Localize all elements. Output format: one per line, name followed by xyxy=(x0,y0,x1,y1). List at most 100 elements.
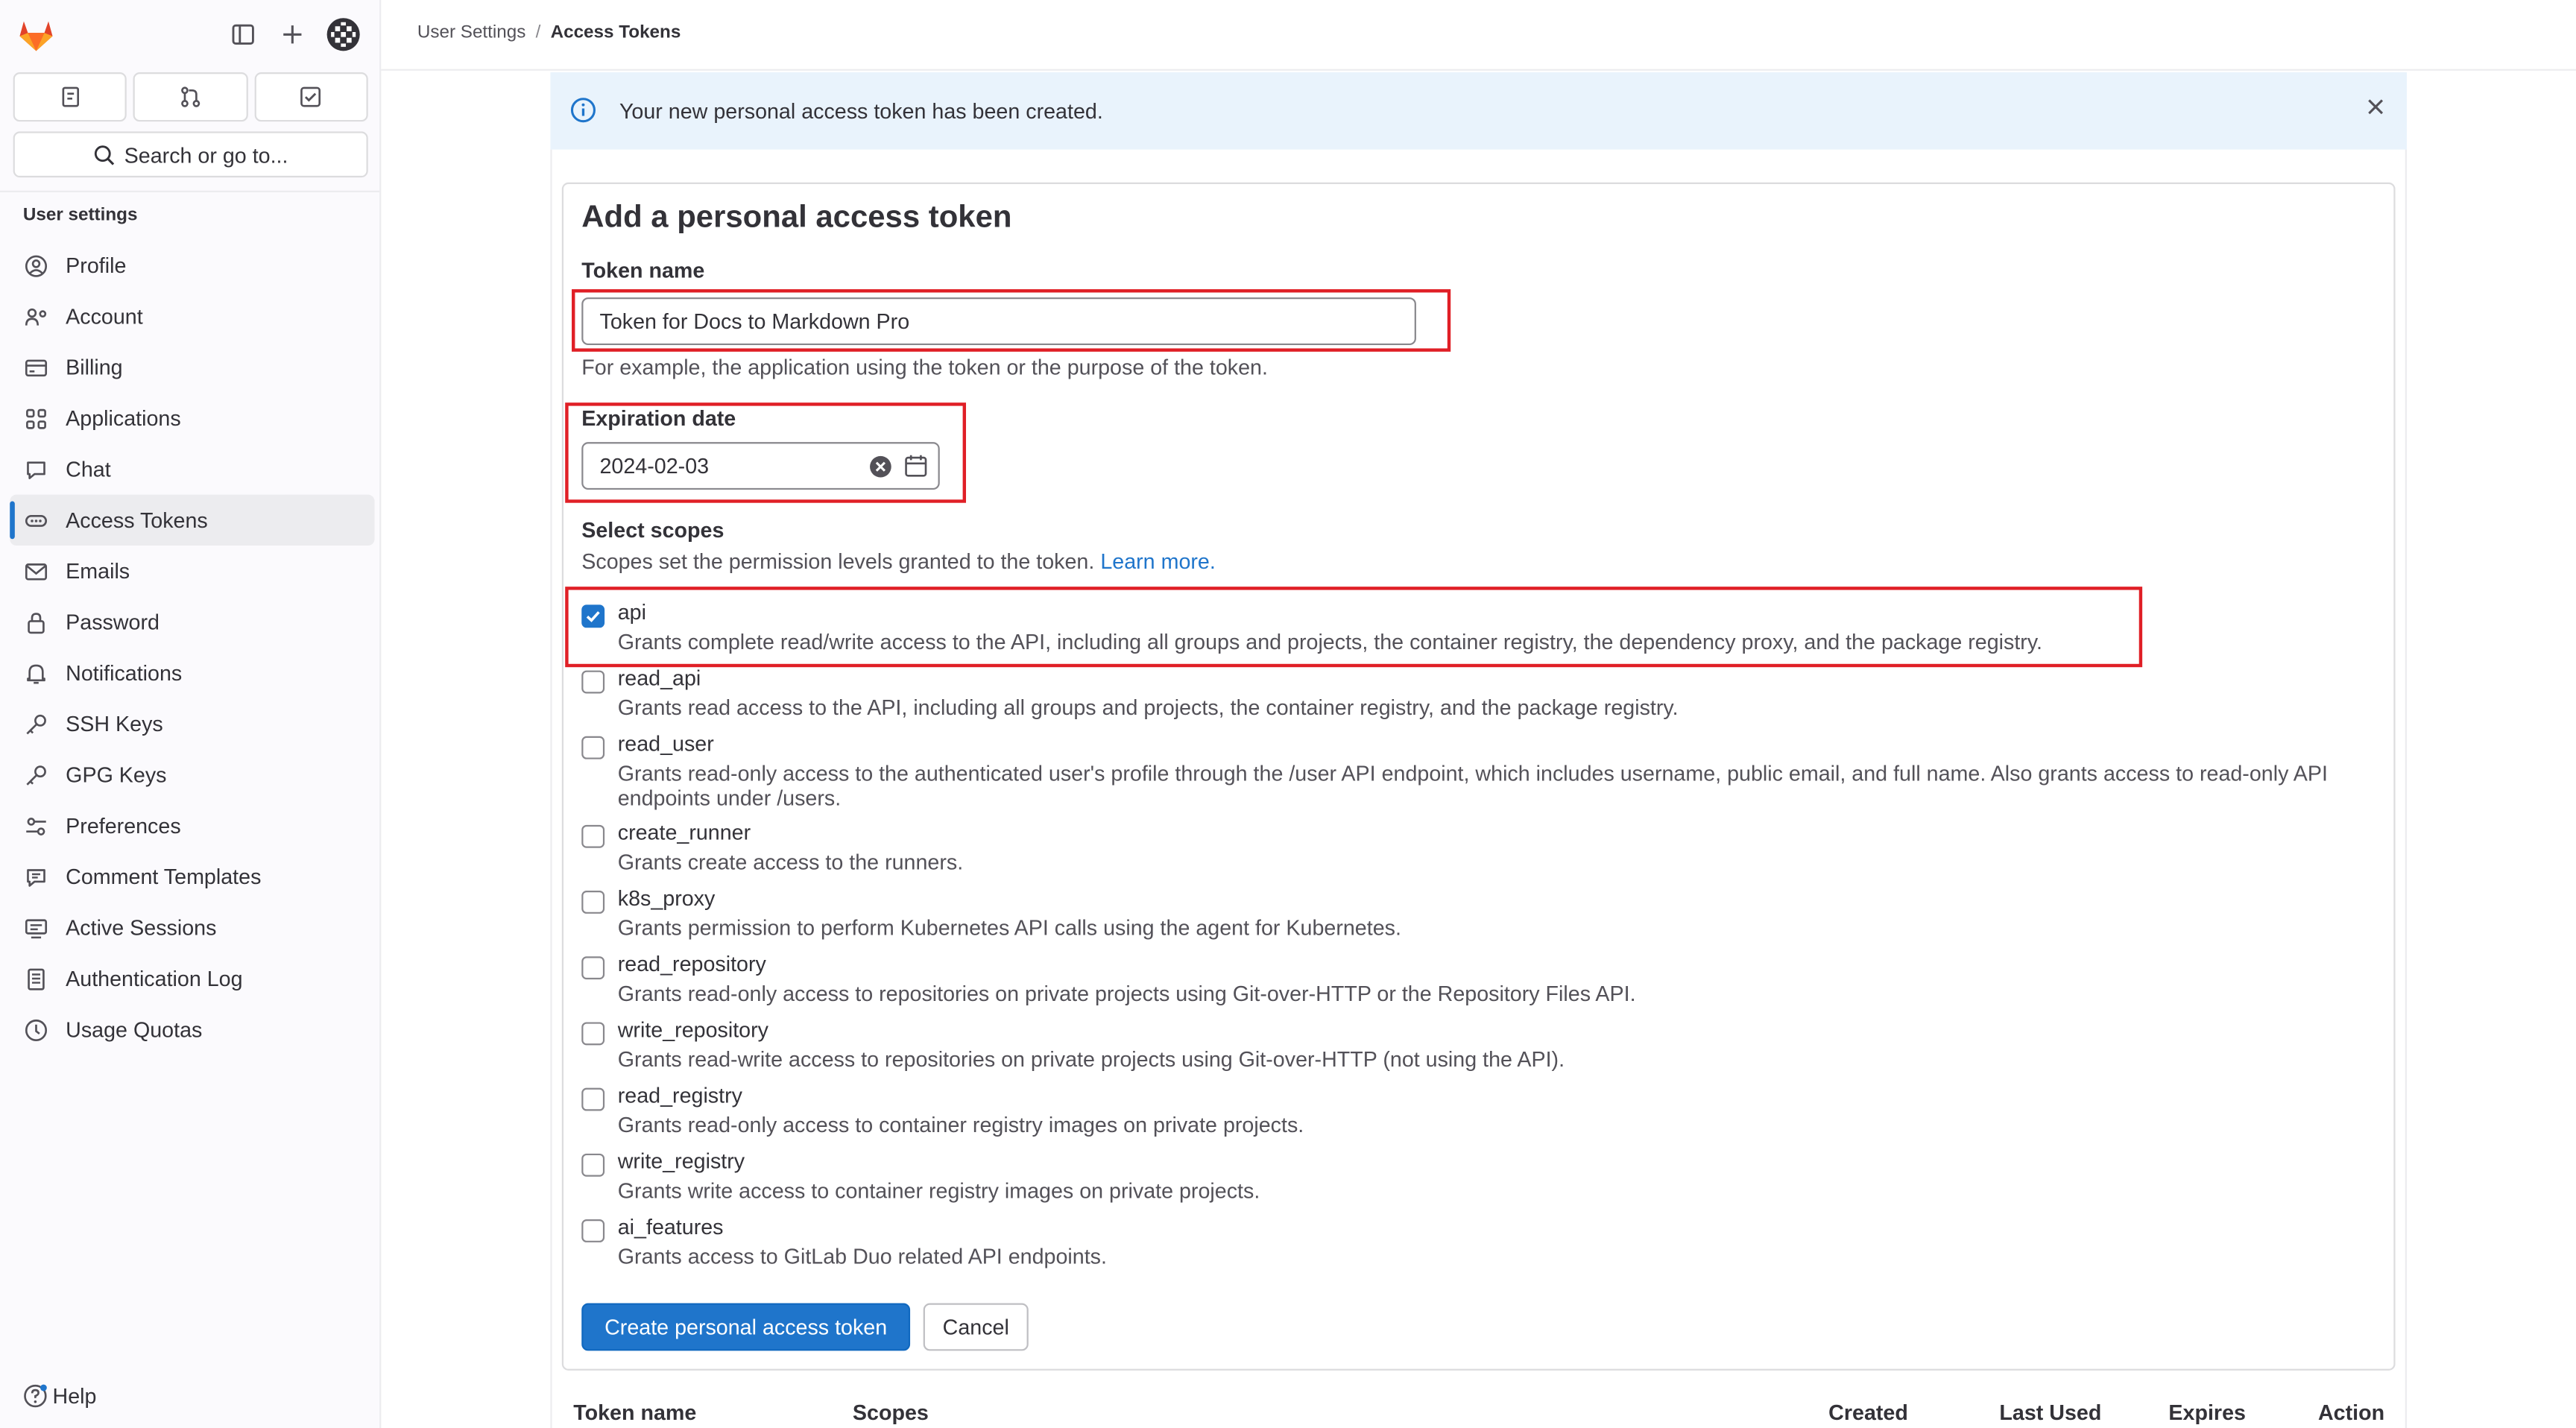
read-repository-checkbox[interactable] xyxy=(581,956,605,980)
k8s-proxy-checkbox[interactable] xyxy=(581,891,605,914)
comment-icon xyxy=(23,864,49,890)
sidebar-item-password[interactable]: Password xyxy=(10,596,374,647)
learn-more-link[interactable]: Learn more. xyxy=(1100,549,1215,573)
alert-message: Your new personal access token has been … xyxy=(619,98,1103,124)
preferences-icon xyxy=(23,812,49,838)
issues-icon xyxy=(61,86,79,107)
scopes-help-text: Scopes set the permission levels granted… xyxy=(581,549,1095,574)
sidebar-item-profile[interactable]: Profile xyxy=(10,240,374,291)
sidebar-item-access-tokens[interactable]: Access Tokens xyxy=(10,494,375,546)
merge-requests-button[interactable] xyxy=(133,72,248,122)
sidebar-item-account[interactable]: Account xyxy=(10,291,374,341)
sidebar-item-gpg-keys[interactable]: GPG Keys xyxy=(10,749,374,800)
search-button[interactable]: Search or go to... xyxy=(13,131,368,178)
issues-button[interactable] xyxy=(13,72,127,122)
scope-description: Grants read-only access to container reg… xyxy=(617,1112,1304,1137)
sidebar-item-emails[interactable]: Emails xyxy=(10,546,374,596)
sidebar-item-applications[interactable]: Applications xyxy=(10,393,374,443)
scopes-help: Scopes set the permission levels granted… xyxy=(581,549,1216,573)
sidebar-item-label: GPG Keys xyxy=(66,762,167,788)
sidebar-item-label: Preferences xyxy=(66,813,181,838)
sidebar-item-label: Comment Templates xyxy=(66,864,262,889)
help-icon xyxy=(24,1384,47,1408)
plus-icon[interactable] xyxy=(274,16,310,53)
read-user-checkbox[interactable] xyxy=(581,736,605,759)
scope-description: Grants read-only access to repositories … xyxy=(617,981,1636,1006)
bell-icon xyxy=(23,660,49,686)
sidebar-item-label: Access Tokens xyxy=(66,508,208,533)
ai-features-checkbox[interactable] xyxy=(581,1219,605,1242)
sidebar-item-label: SSH Keys xyxy=(66,711,163,736)
sidebar-item-label: Usage Quotas xyxy=(66,1017,203,1042)
scope-name: read_api xyxy=(617,665,701,691)
sidebar-item-label: Active Sessions xyxy=(66,915,217,941)
sidebar-heading: User settings xyxy=(22,205,138,226)
scope-name: ai_features xyxy=(617,1214,724,1239)
sidebar-item-label: Billing xyxy=(66,355,123,380)
avatar[interactable] xyxy=(325,16,361,53)
sidebar-item-label: Emails xyxy=(66,558,130,584)
column-header-created[interactable]: Created xyxy=(1828,1400,1908,1425)
mail-icon xyxy=(23,558,49,584)
page-title: Add a personal access token xyxy=(581,200,1012,236)
scope-description: Grants access to GitLab Duo related API … xyxy=(617,1244,1107,1269)
sidebar-item-comment-templates[interactable]: Comment Templates xyxy=(10,851,374,902)
scope-name: read_registry xyxy=(617,1083,742,1108)
close-icon[interactable] xyxy=(2364,95,2387,119)
sidebar: Search or go to... User settings Profile… xyxy=(0,0,382,1428)
column-header-action[interactable]: Action xyxy=(2318,1400,2384,1425)
select-scopes-label: Select scopes xyxy=(581,517,724,543)
highlight-token-name xyxy=(572,289,1451,352)
search-icon xyxy=(94,145,114,165)
scope-description: Grants read access to the API, including… xyxy=(617,695,1679,720)
sidebar-item-authentication-log[interactable]: Authentication Log xyxy=(10,953,374,1004)
sidebar-item-label: Profile xyxy=(66,253,127,278)
scope-description: Grants permission to perform Kubernetes … xyxy=(617,915,1401,941)
account-icon xyxy=(23,303,49,329)
scope-name: read_user xyxy=(617,731,714,756)
help-label: Help xyxy=(52,1383,97,1409)
sidebar-item-chat[interactable]: Chat xyxy=(10,443,374,494)
token-name-label: Token name xyxy=(581,258,705,283)
read-api-checkbox[interactable] xyxy=(581,670,605,694)
sidebar-top xyxy=(0,0,381,69)
column-header-token-name[interactable]: Token name xyxy=(573,1400,696,1425)
key-icon xyxy=(23,762,49,788)
sidebar-item-active-sessions[interactable]: Active Sessions xyxy=(10,902,374,952)
scope-description: Grants read-only access to the authentic… xyxy=(617,760,2329,811)
sidebar-item-label: Notifications xyxy=(66,660,183,686)
column-header-expires[interactable]: Expires xyxy=(2168,1400,2246,1425)
breadcrumb-user-settings[interactable]: User Settings xyxy=(417,23,526,42)
divider xyxy=(0,190,380,192)
sidebar-item-billing[interactable]: Billing xyxy=(10,342,374,393)
create-runner-checkbox[interactable] xyxy=(581,824,605,848)
sidebar-item-label: Applications xyxy=(66,405,181,431)
todos-button[interactable] xyxy=(253,72,368,122)
breadcrumb-access-tokens[interactable]: Access Tokens xyxy=(551,23,681,42)
applications-icon xyxy=(23,405,49,432)
profile-icon xyxy=(23,252,49,278)
sidebar-item-usage-quotas[interactable]: Usage Quotas xyxy=(10,1004,374,1055)
sidebar-item-preferences[interactable]: Preferences xyxy=(10,800,374,851)
merge-request-icon xyxy=(181,86,201,107)
column-header-scopes[interactable]: Scopes xyxy=(853,1400,929,1425)
create-token-button[interactable]: Create personal access token xyxy=(581,1303,911,1351)
write-registry-checkbox[interactable] xyxy=(581,1153,605,1177)
cancel-button[interactable]: Cancel xyxy=(923,1303,1029,1351)
highlight-expiration-date xyxy=(565,402,967,503)
sidebar-toggle-icon[interactable] xyxy=(225,16,261,53)
scope-description: Grants read-write access to repositories… xyxy=(617,1046,1565,1072)
column-header-last-used[interactable]: Last Used xyxy=(1999,1400,2101,1425)
help-button[interactable]: Help xyxy=(23,1383,97,1409)
token-icon xyxy=(23,507,49,533)
sidebar-item-notifications[interactable]: Notifications xyxy=(10,648,374,698)
read-registry-checkbox[interactable] xyxy=(581,1087,605,1111)
scope-name: write_registry xyxy=(617,1149,745,1174)
quota-icon xyxy=(23,1017,49,1043)
success-alert: Your new personal access token has been … xyxy=(550,72,2408,150)
write-repository-checkbox[interactable] xyxy=(581,1022,605,1046)
sidebar-nav: Profile Account Billing Applications Cha… xyxy=(10,240,375,1055)
sidebar-item-label: Password xyxy=(66,610,160,635)
gitlab-logo-icon[interactable] xyxy=(16,15,56,54)
sidebar-item-ssh-keys[interactable]: SSH Keys xyxy=(10,698,374,749)
